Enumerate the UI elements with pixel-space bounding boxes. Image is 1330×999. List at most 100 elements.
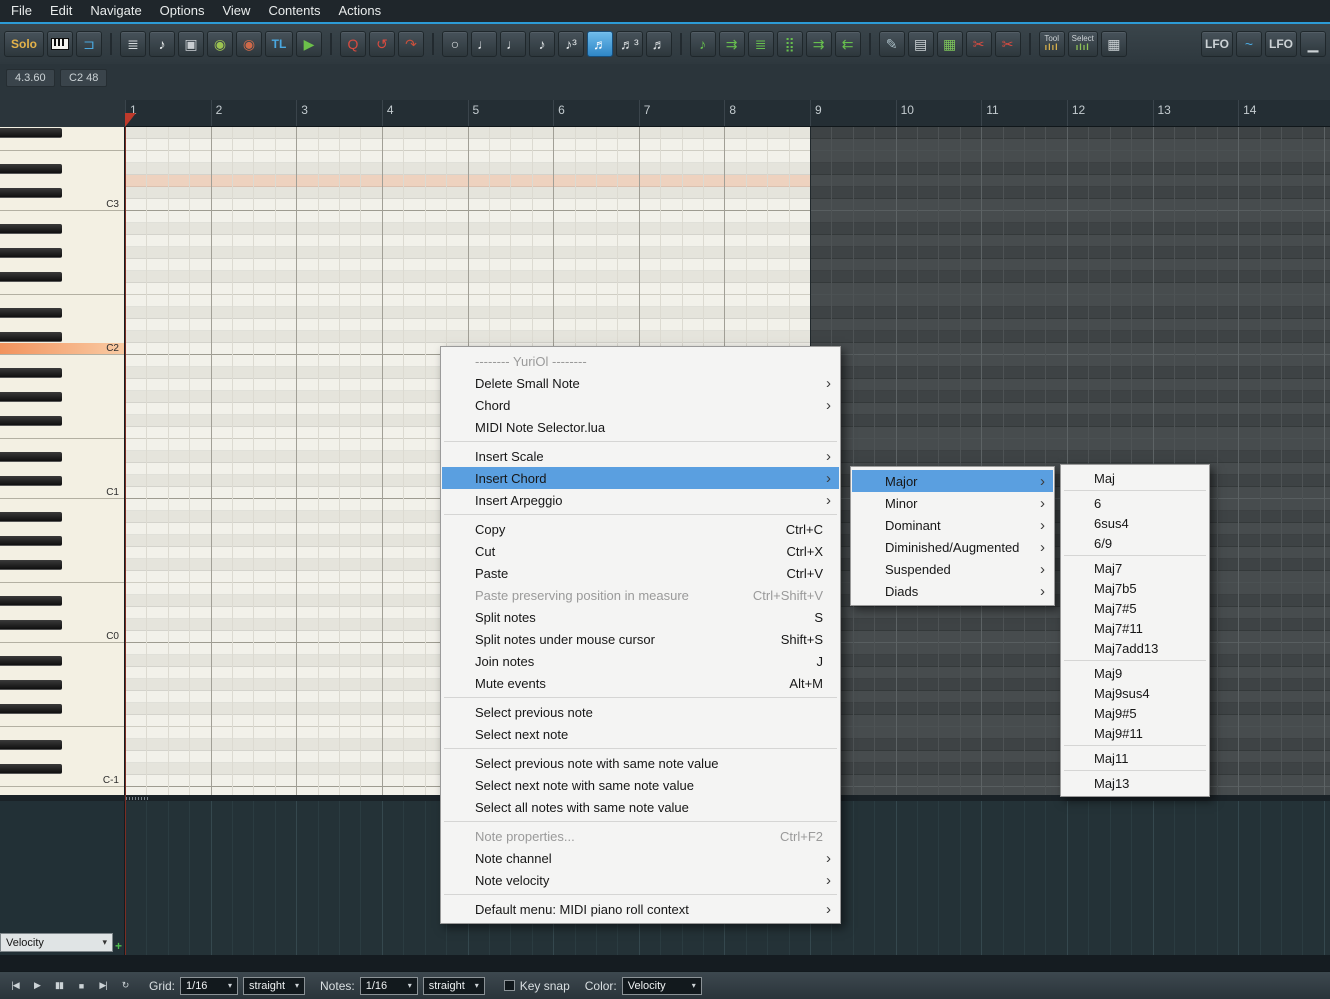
horizontal-scrollbar[interactable]	[0, 955, 1330, 971]
menu-item-maj9-5[interactable]: Maj9#5	[1062, 703, 1208, 723]
note-length-1-8T-button[interactable]: ♪³	[558, 31, 584, 57]
timeline-ruler[interactable]: 1234567891011121314	[125, 100, 1330, 127]
piano-key-black[interactable]	[0, 416, 62, 426]
piano-key-black[interactable]	[0, 704, 62, 714]
notes-size-select[interactable]: 1/16 ▾	[360, 977, 418, 995]
piano-key-black[interactable]	[0, 476, 62, 486]
piano-key-black[interactable]	[0, 740, 62, 750]
joystick-green-button[interactable]: ◉	[207, 31, 233, 57]
menu-item-maj7[interactable]: Maj7	[1062, 558, 1208, 578]
key-snap-checkbox[interactable]	[504, 980, 515, 991]
notes-shape-select[interactable]: straight ▾	[423, 977, 485, 995]
timeline-button[interactable]: TL	[265, 31, 293, 57]
menu-item-chord[interactable]: Chord›	[442, 394, 839, 416]
event-list-button[interactable]: ≣	[120, 31, 146, 57]
menu-item-maj7add13[interactable]: Maj7add13	[1062, 638, 1208, 658]
note-length-1-2-button[interactable]: ♩	[471, 31, 497, 57]
menu-item-join-notes[interactable]: Join notesJ	[442, 650, 839, 672]
menu-item-major[interactable]: Major›	[852, 470, 1053, 492]
flat-line-button[interactable]: ▁	[1300, 31, 1326, 57]
color-mode-select[interactable]: Velocity ▾	[622, 977, 702, 995]
menu-item-maj9sus4[interactable]: Maj9sus4	[1062, 683, 1208, 703]
select-button[interactable]: Selectılıl	[1068, 31, 1098, 57]
cc-lane-select[interactable]: Velocity ▾	[0, 933, 113, 952]
piano-key-black[interactable]	[0, 332, 62, 342]
piano-keys-button[interactable]	[47, 31, 73, 57]
menu-item-dominant[interactable]: Dominant›	[852, 514, 1053, 536]
piano-key-black[interactable]	[0, 224, 62, 234]
joystick-red-button[interactable]: ◉	[236, 31, 262, 57]
dock-button[interactable]: ⊐	[76, 31, 102, 57]
menu-item-select-all-notes-with-same-note-value[interactable]: Select all notes with same note value	[442, 796, 839, 818]
grid-notes-button[interactable]: ▦	[937, 31, 963, 57]
menu-item-midi-note-selector-lua[interactable]: MIDI Note Selector.lua	[442, 416, 839, 438]
menu-item-select-previous-note-with-same-note-value[interactable]: Select previous note with same note valu…	[442, 752, 839, 774]
note-length-1-16-button[interactable]: ♬	[587, 31, 613, 57]
spread-notes-button[interactable]: ⇉	[719, 31, 745, 57]
stack-notes-button[interactable]: ≣	[748, 31, 774, 57]
menu-file[interactable]: File	[2, 0, 41, 22]
piano-key-black[interactable]	[0, 656, 62, 666]
trim-scissors-button[interactable]: ✂	[995, 31, 1021, 57]
lfo-wave-button[interactable]: ~	[1236, 31, 1262, 57]
grid-size-select[interactable]: 1/16 ▾	[180, 977, 238, 995]
menu-item-paste[interactable]: PasteCtrl+V	[442, 562, 839, 584]
menu-item-maj9-11[interactable]: Maj9#11	[1062, 723, 1208, 743]
quantize-button[interactable]: Q	[340, 31, 366, 57]
piano-key-black[interactable]	[0, 188, 62, 198]
piano-key-black[interactable]	[0, 560, 62, 570]
stop-button[interactable]: ■	[72, 978, 90, 994]
piano-key-black[interactable]	[0, 392, 62, 402]
piano-key-black[interactable]	[0, 620, 62, 630]
go-to-start-button[interactable]: |◀	[6, 978, 24, 994]
menu-item-6-9[interactable]: 6/9	[1062, 533, 1208, 553]
lfo2-button[interactable]: LFO	[1265, 31, 1297, 57]
menu-item-select-next-note-with-same-note-value[interactable]: Select next note with same note value	[442, 774, 839, 796]
menu-item-suspended[interactable]: Suspended›	[852, 558, 1053, 580]
menu-item-default-menu-midi-piano-roll-context[interactable]: Default menu: MIDI piano roll context›	[442, 898, 839, 920]
piano-key-black[interactable]	[0, 272, 62, 282]
shift-notes-right-button[interactable]: ⇉	[806, 31, 832, 57]
menu-item-6[interactable]: 6	[1062, 493, 1208, 513]
menu-item-maj[interactable]: Maj	[1062, 468, 1208, 488]
menu-item-maj9[interactable]: Maj9	[1062, 663, 1208, 683]
pencil-tool-button[interactable]: ✎	[879, 31, 905, 57]
split-scissors-button[interactable]: ✂	[966, 31, 992, 57]
note-length-1-16T-button[interactable]: ♬³	[616, 31, 643, 57]
pause-button[interactable]: ▮▮	[50, 978, 68, 994]
piano-key-black[interactable]	[0, 764, 62, 774]
lane-resize-grip[interactable]	[126, 797, 150, 800]
redo-action-button[interactable]: ↷	[398, 31, 424, 57]
piano-key-black[interactable]	[0, 512, 62, 522]
note-length-1-32-button[interactable]: ♬	[646, 31, 672, 57]
menu-view[interactable]: View	[213, 0, 259, 22]
note-to-grid-button[interactable]: ♪	[690, 31, 716, 57]
menu-item-select-previous-note[interactable]: Select previous note	[442, 701, 839, 723]
lfo-button[interactable]: LFO	[1201, 31, 1233, 57]
menu-item-maj11[interactable]: Maj11	[1062, 748, 1208, 768]
menu-edit[interactable]: Edit	[41, 0, 81, 22]
add-cc-lane-button[interactable]: +	[115, 939, 122, 953]
menu-item-delete-small-note[interactable]: Delete Small Note›	[442, 372, 839, 394]
piano-key-black[interactable]	[0, 128, 62, 138]
menu-item-maj13[interactable]: Maj13	[1062, 773, 1208, 793]
menu-item-diads[interactable]: Diads›	[852, 580, 1053, 602]
notation-view-button[interactable]: ♪	[149, 31, 175, 57]
menu-options[interactable]: Options	[151, 0, 214, 22]
solo-button[interactable]: Solo	[4, 31, 44, 57]
piano-key-black[interactable]	[0, 368, 62, 378]
grid-shape-select[interactable]: straight ▾	[243, 977, 305, 995]
menu-item-insert-chord[interactable]: Insert Chord›	[442, 467, 839, 489]
menu-item-copy[interactable]: CopyCtrl+C	[442, 518, 839, 540]
shift-notes-left-button[interactable]: ⇇	[835, 31, 861, 57]
note-length-1-button[interactable]: ○	[442, 31, 468, 57]
edit-cursor-flag[interactable]	[125, 113, 136, 127]
piano-key-black[interactable]	[0, 536, 62, 546]
piano-key-black[interactable]	[0, 452, 62, 462]
menu-item-6sus4[interactable]: 6sus4	[1062, 513, 1208, 533]
piano-key-black[interactable]	[0, 164, 62, 174]
menu-actions[interactable]: Actions	[329, 0, 390, 22]
menu-item-split-notes[interactable]: Split notesS	[442, 606, 839, 628]
piano-keyboard[interactable]: C3C2C1C0C-1	[0, 127, 125, 795]
menu-item-insert-scale[interactable]: Insert Scale›	[442, 445, 839, 467]
